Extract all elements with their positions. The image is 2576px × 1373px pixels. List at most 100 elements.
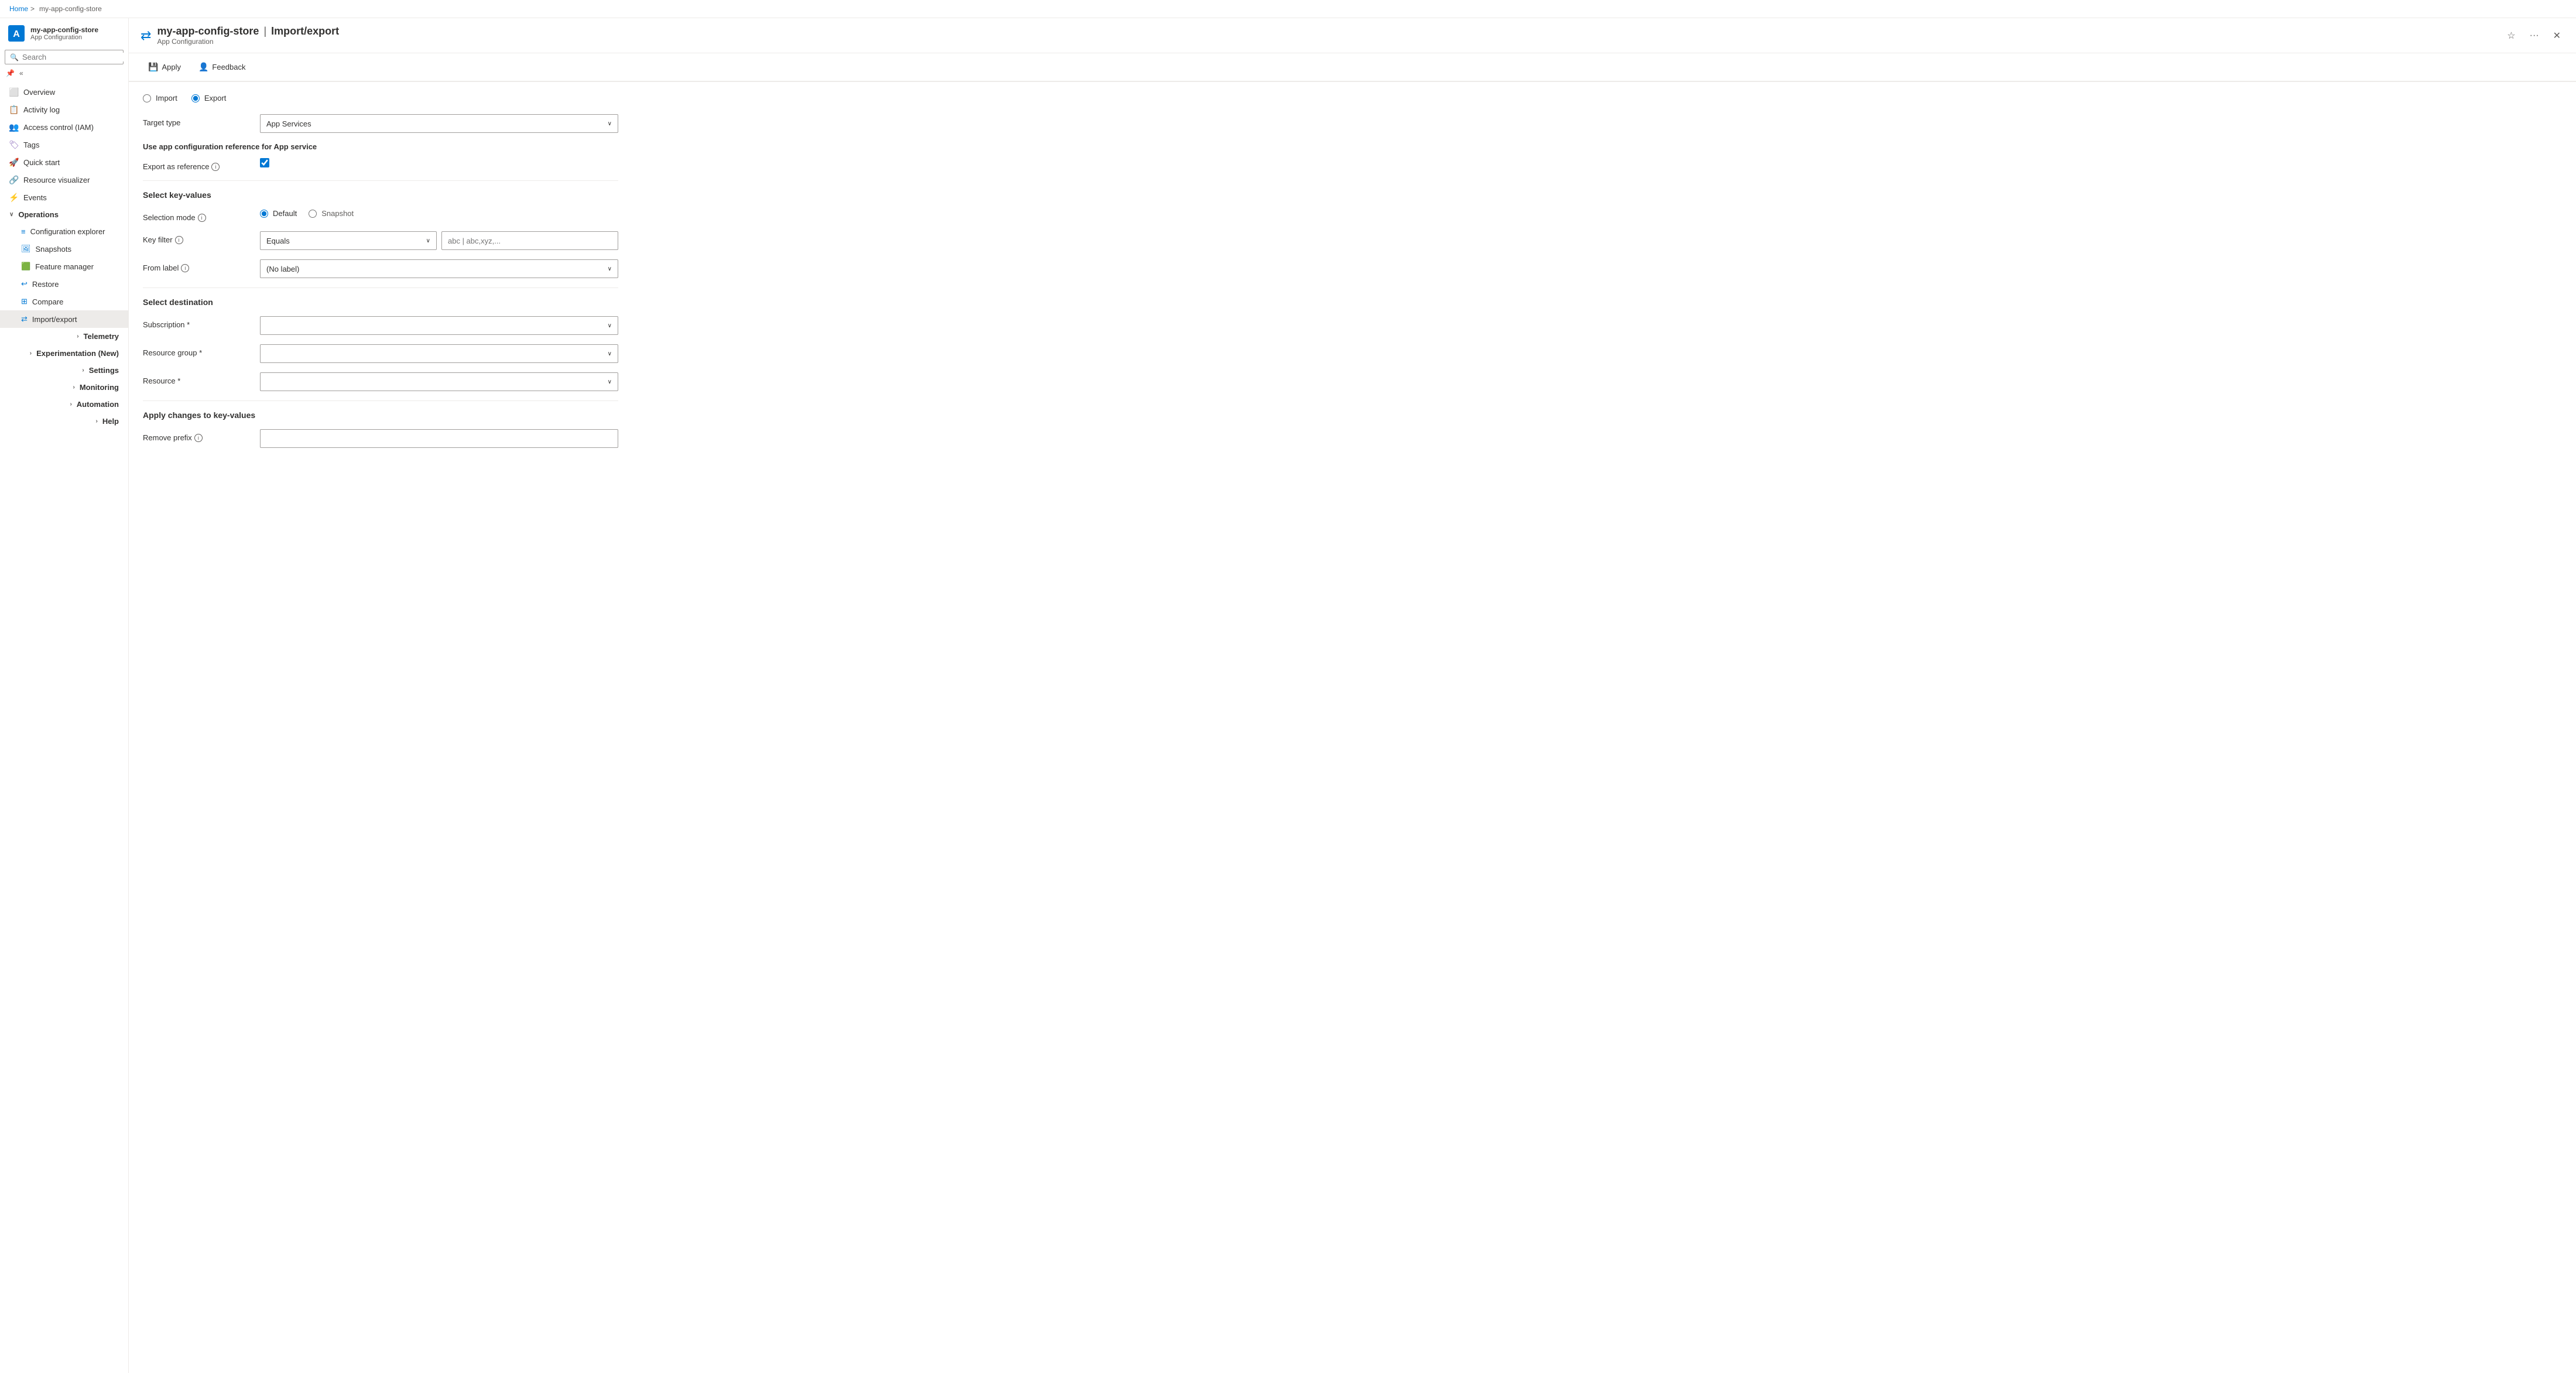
- section-divider-3: [143, 400, 618, 401]
- sidebar-group-settings-label: Settings: [89, 366, 119, 375]
- remove-prefix-info-icon[interactable]: i: [194, 434, 203, 442]
- key-filter-equals-select[interactable]: Equals ∨: [260, 231, 437, 250]
- export-as-reference-checkbox[interactable]: [260, 158, 269, 167]
- sidebar-item-import-export-label: Import/export: [32, 315, 77, 324]
- apply-icon: 💾: [148, 62, 158, 72]
- key-filter-text-input[interactable]: [441, 231, 618, 250]
- resource-group-row: Resource group * ∨: [143, 344, 618, 363]
- sidebar-search-box[interactable]: 🔍: [5, 50, 124, 64]
- sidebar-item-quick-start[interactable]: 🚀 Quick start: [0, 153, 128, 171]
- search-collapse-button[interactable]: «: [18, 68, 25, 78]
- search-actions: 📌 «: [5, 68, 124, 78]
- sidebar-resource-name: my-app-config-store: [30, 26, 98, 34]
- feedback-button[interactable]: 👤 Feedback: [191, 58, 254, 76]
- sidebar-group-experimentation[interactable]: › Experimentation (New): [0, 345, 128, 362]
- import-radio[interactable]: [143, 94, 151, 102]
- export-as-reference-info-icon[interactable]: i: [211, 163, 220, 171]
- apply-changes-header: Apply changes to key-values: [143, 410, 618, 420]
- breadcrumb-home[interactable]: Home: [9, 5, 28, 13]
- selection-mode-label: Selection mode i: [143, 209, 260, 222]
- search-pin-button[interactable]: 📌: [5, 68, 16, 78]
- section-divider-1: [143, 180, 618, 181]
- sidebar-item-restore-label: Restore: [32, 280, 59, 289]
- sidebar-item-overview[interactable]: ⬜ Overview: [0, 83, 128, 101]
- operations-chevron-down-icon: ∨: [9, 211, 13, 218]
- key-filter-chevron-icon: ∨: [426, 238, 430, 244]
- key-filter-row: Key filter i Equals ∨: [143, 231, 618, 250]
- sidebar-group-automation[interactable]: › Automation: [0, 396, 128, 413]
- from-label-select[interactable]: (No label) ∨: [260, 259, 618, 278]
- resource-select[interactable]: ∨: [260, 372, 618, 391]
- sidebar-item-access-control[interactable]: 👥 Access control (IAM): [0, 118, 128, 136]
- sidebar-item-activity-log[interactable]: 📋 Activity log: [0, 101, 128, 118]
- experimentation-chevron-icon: ›: [30, 350, 32, 357]
- form-content: Import Export Target type App Services ∨: [129, 82, 632, 469]
- key-filter-info-icon[interactable]: i: [175, 236, 183, 244]
- target-type-chevron-icon: ∨: [608, 121, 612, 127]
- sidebar-item-tags[interactable]: 🏷 Tags: [0, 136, 128, 153]
- sidebar-item-import-export[interactable]: ⇄ Import/export: [0, 310, 128, 328]
- remove-prefix-label: Remove prefix i: [143, 429, 260, 442]
- from-label-chevron-icon: ∨: [608, 266, 612, 272]
- default-mode-radio[interactable]: [260, 210, 268, 218]
- snapshot-mode-radio[interactable]: [309, 210, 317, 218]
- selection-mode-info-icon[interactable]: i: [198, 214, 206, 222]
- tags-icon: 🏷: [9, 140, 19, 149]
- sidebar-item-events[interactable]: ⚡ Events: [0, 189, 128, 206]
- page-header-logo: ⇄: [141, 28, 151, 43]
- favorite-button[interactable]: ☆: [2503, 28, 2519, 44]
- compare-icon: ⊞: [21, 297, 28, 306]
- resource-group-select[interactable]: ∨: [260, 344, 618, 363]
- subscription-row: Subscription * ∨: [143, 316, 618, 335]
- remove-prefix-input[interactable]: [260, 429, 618, 448]
- sidebar-group-monitoring[interactable]: › Monitoring: [0, 379, 128, 396]
- sidebar-group-telemetry[interactable]: › Telemetry: [0, 328, 128, 345]
- import-radio-option[interactable]: Import: [143, 94, 177, 102]
- resource-chevron-icon: ∨: [608, 379, 612, 385]
- selection-mode-row: Selection mode i Default Snapshot: [143, 209, 618, 222]
- apply-button[interactable]: 💾 Apply: [141, 58, 189, 76]
- content-area: ⇄ my-app-config-store | Import/export Ap…: [129, 18, 2576, 1373]
- default-mode-option[interactable]: Default: [260, 209, 297, 218]
- sidebar-item-activity-log-label: Activity log: [23, 105, 60, 114]
- snapshot-mode-option[interactable]: Snapshot: [309, 209, 354, 218]
- export-radio-label: Export: [204, 94, 227, 102]
- section-divider-2: [143, 287, 618, 288]
- sidebar-item-config-explorer[interactable]: ≡ Configuration explorer: [0, 223, 128, 240]
- activity-log-icon: 📋: [9, 105, 19, 114]
- from-label-info-icon[interactable]: i: [181, 264, 189, 272]
- snapshots-icon: 🖼: [21, 244, 31, 254]
- sidebar-group-help[interactable]: › Help: [0, 413, 128, 430]
- key-filter-label: Key filter i: [143, 231, 260, 244]
- automation-chevron-icon: ›: [70, 401, 71, 408]
- sidebar: A my-app-config-store App Configuration …: [0, 18, 129, 1373]
- sidebar-item-compare[interactable]: ⊞ Compare: [0, 293, 128, 310]
- more-options-button[interactable]: ···: [2526, 28, 2543, 43]
- page-resource-name: my-app-config-store: [157, 25, 259, 37]
- sidebar-group-operations[interactable]: ∨ Operations: [0, 206, 128, 223]
- sidebar-item-feature-manager[interactable]: 🟩 Feature manager: [0, 258, 128, 275]
- close-button[interactable]: ✕: [2550, 28, 2564, 44]
- sidebar-item-restore[interactable]: ↩ Restore: [0, 275, 128, 293]
- resource-row: Resource * ∨: [143, 372, 618, 391]
- sidebar-item-compare-label: Compare: [32, 297, 63, 306]
- target-type-select[interactable]: App Services ∨: [260, 114, 618, 133]
- subscription-select[interactable]: ∨: [260, 316, 618, 335]
- search-input[interactable]: [22, 53, 125, 61]
- svg-text:A: A: [13, 29, 20, 39]
- export-radio-option[interactable]: Export: [191, 94, 227, 102]
- export-as-reference-control: [260, 158, 618, 167]
- resource-label: Resource *: [143, 372, 260, 385]
- sidebar-item-snapshots[interactable]: 🖼 Snapshots: [0, 240, 128, 258]
- config-explorer-icon: ≡: [21, 227, 26, 236]
- sidebar-group-settings[interactable]: › Settings: [0, 362, 128, 379]
- import-export-radio-group: Import Export: [143, 94, 618, 102]
- sidebar-resource-type: App Configuration: [30, 34, 98, 41]
- sidebar-item-resource-visualizer[interactable]: 🔗 Resource visualizer: [0, 171, 128, 189]
- toolbar: 💾 Apply 👤 Feedback: [129, 53, 2576, 81]
- import-radio-label: Import: [156, 94, 177, 102]
- resource-group-chevron-icon: ∨: [608, 351, 612, 357]
- selection-mode-options: Default Snapshot: [260, 209, 618, 218]
- quick-start-icon: 🚀: [9, 157, 19, 167]
- export-radio[interactable]: [191, 94, 200, 102]
